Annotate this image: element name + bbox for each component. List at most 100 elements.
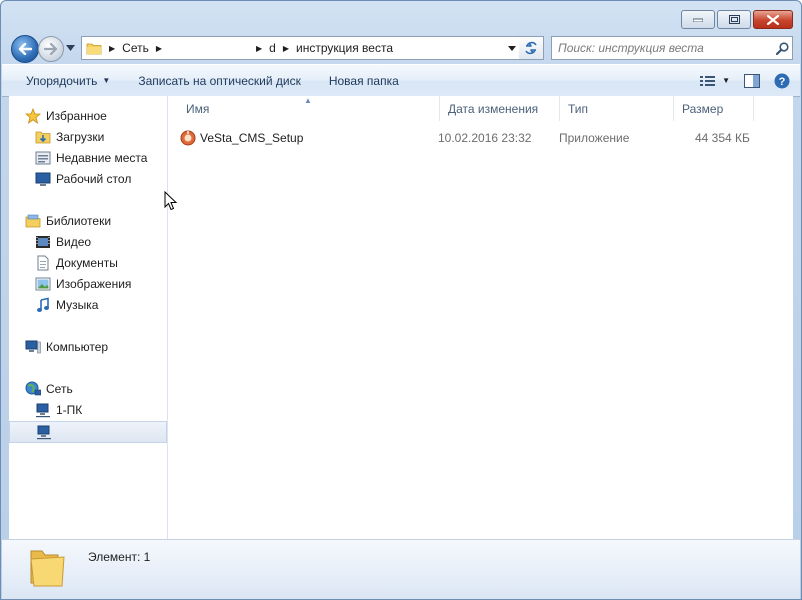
sidebar-item-9[interactable]: Музыка: [9, 295, 167, 315]
new-folder-button[interactable]: Новая папка: [315, 65, 413, 96]
column-header-size[interactable]: Размер: [674, 96, 754, 121]
sidebar-item-label: Сеть: [46, 382, 73, 396]
search-button[interactable]: [772, 41, 792, 55]
caption-buttons: [681, 10, 793, 29]
address-root-icon: [82, 37, 105, 59]
file-size: 44 354 КБ: [695, 131, 750, 145]
network-pc-icon: [36, 424, 52, 440]
burn-disc-label: Записать на оптический диск: [138, 73, 301, 88]
sidebar-item-label: Изображения: [56, 277, 132, 291]
refresh-button[interactable]: [519, 36, 544, 60]
sidebar-item-12[interactable]: 1-ПК: [9, 400, 167, 420]
help-icon: ?: [774, 73, 790, 88]
sidebar-item-8[interactable]: Изображения: [9, 274, 167, 294]
crumb-current-folder[interactable]: инструкция веста: [293, 37, 396, 59]
item-count: Элемент: 1: [88, 550, 151, 564]
sidebar-item-label: Избранное: [46, 109, 107, 123]
chevron-down-icon: ▼: [722, 76, 730, 85]
crumb-host[interactable]: [166, 37, 253, 59]
details-view-icon: [700, 75, 716, 86]
column-headers: ▲ Имя Дата изменения Тип Размер: [168, 96, 793, 121]
mouse-cursor-icon: [164, 191, 178, 211]
sidebar-item-label: Недавние места: [56, 151, 148, 165]
command-bar: Упорядочить ▼ Записать на оптический дис…: [2, 64, 800, 97]
chevron-down-icon: ▼: [102, 76, 111, 85]
address-bar[interactable]: ▶ Сеть ▶ ▶ d ▶ инструкция веста: [81, 36, 521, 60]
address-history-dropdown[interactable]: [504, 37, 520, 59]
new-folder-label: Новая папка: [328, 73, 399, 88]
pictures-icon: [35, 276, 51, 292]
sidebar-item-label: Загрузки: [56, 130, 105, 144]
column-header-date[interactable]: Дата изменения: [440, 96, 560, 121]
help-button[interactable]: ?: [774, 73, 790, 89]
desktop-icon: [35, 171, 51, 187]
column-header-size-label: Размер: [682, 101, 724, 116]
column-header-type[interactable]: Тип: [560, 96, 674, 121]
sidebar-item-11[interactable]: Сеть: [9, 379, 167, 399]
recent-places-icon: [35, 150, 51, 166]
search-input[interactable]: [552, 40, 772, 56]
forward-button[interactable]: [38, 36, 64, 62]
sidebar-item-13[interactable]: [9, 421, 167, 443]
organize-button[interactable]: Упорядочить ▼: [2, 65, 124, 96]
sidebar-item-10[interactable]: Компьютер: [9, 337, 167, 357]
search-box: [551, 36, 793, 60]
search-icon: [775, 41, 789, 55]
column-header-name-label: Имя: [186, 101, 210, 116]
navigation-pane: Избранное Загрузки Недавние места Рабочий с…: [9, 96, 168, 539]
sidebar-item-7[interactable]: Документы: [9, 253, 167, 273]
sidebar-item-2[interactable]: Загрузки: [9, 127, 167, 147]
documents-icon: [35, 255, 51, 271]
computer-icon: [25, 339, 41, 355]
sidebar-item-label: 1-ПК: [56, 403, 83, 417]
music-icon: [35, 297, 51, 313]
content-area: Избранное Загрузки Недавние места Рабочий с…: [9, 96, 793, 539]
crumb-separator-icon[interactable]: ▶: [252, 44, 266, 53]
star-icon: [25, 108, 41, 124]
chevron-down-icon: [508, 45, 516, 51]
file-row[interactable]: VeSta_CMS_Setup 10.02.2016 23:32 Приложе…: [180, 128, 760, 148]
organize-label: Упорядочить: [26, 73, 98, 88]
refresh-icon: [525, 41, 537, 55]
sidebar-item-5[interactable]: Библиотеки: [9, 211, 167, 231]
sidebar-item-3[interactable]: Недавние места: [9, 148, 167, 168]
sidebar-item-label: Компьютер: [46, 340, 109, 354]
folder-icon: [30, 550, 65, 587]
preview-pane-button[interactable]: [744, 73, 760, 88]
file-type: Приложение: [559, 131, 630, 145]
crumb-separator-icon[interactable]: ▶: [279, 44, 293, 53]
sidebar-item-label: Видео: [56, 235, 92, 249]
back-button[interactable]: [11, 35, 39, 63]
column-header-name[interactable]: Имя: [178, 96, 440, 121]
sidebar-item-label: Рабочий стол: [56, 172, 132, 186]
video-icon: [35, 234, 51, 250]
details-pane: Элемент: 1: [2, 539, 800, 599]
crumb-separator-icon[interactable]: ▶: [152, 44, 166, 53]
view-controls: ▼ ?: [700, 65, 790, 96]
crumb-separator-icon[interactable]: ▶: [105, 44, 119, 53]
sidebar-item-label: Документы: [56, 256, 118, 270]
file-name-cell: VeSta_CMS_Setup: [180, 128, 303, 148]
recent-pages-dropdown[interactable]: [66, 42, 75, 54]
network-icon: [25, 381, 41, 397]
sidebar-item-6[interactable]: Видео: [9, 232, 167, 252]
libraries-icon: [25, 213, 41, 229]
maximize-icon: [728, 15, 740, 24]
file-date: 10.02.2016 23:32: [438, 131, 532, 145]
sidebar-item-1[interactable]: Избранное: [9, 106, 167, 126]
burn-disc-button[interactable]: Записать на оптический диск: [124, 65, 315, 96]
close-button[interactable]: [753, 10, 793, 29]
minimize-icon: [693, 18, 703, 22]
column-header-type-label: Тип: [568, 101, 589, 116]
maximize-button[interactable]: [717, 10, 751, 29]
crumb-network[interactable]: Сеть: [119, 37, 152, 59]
crumb-share[interactable]: d: [266, 37, 279, 59]
change-view-button[interactable]: ▼: [700, 75, 730, 87]
installer-icon: [180, 130, 196, 146]
downloads-icon: [35, 129, 51, 145]
arrow-left-icon: [18, 43, 32, 55]
minimize-button[interactable]: [681, 10, 715, 29]
sidebar-item-4[interactable]: Рабочий стол: [9, 169, 167, 189]
file-name: VeSta_CMS_Setup: [200, 131, 304, 145]
network-pc-icon: [35, 402, 51, 418]
